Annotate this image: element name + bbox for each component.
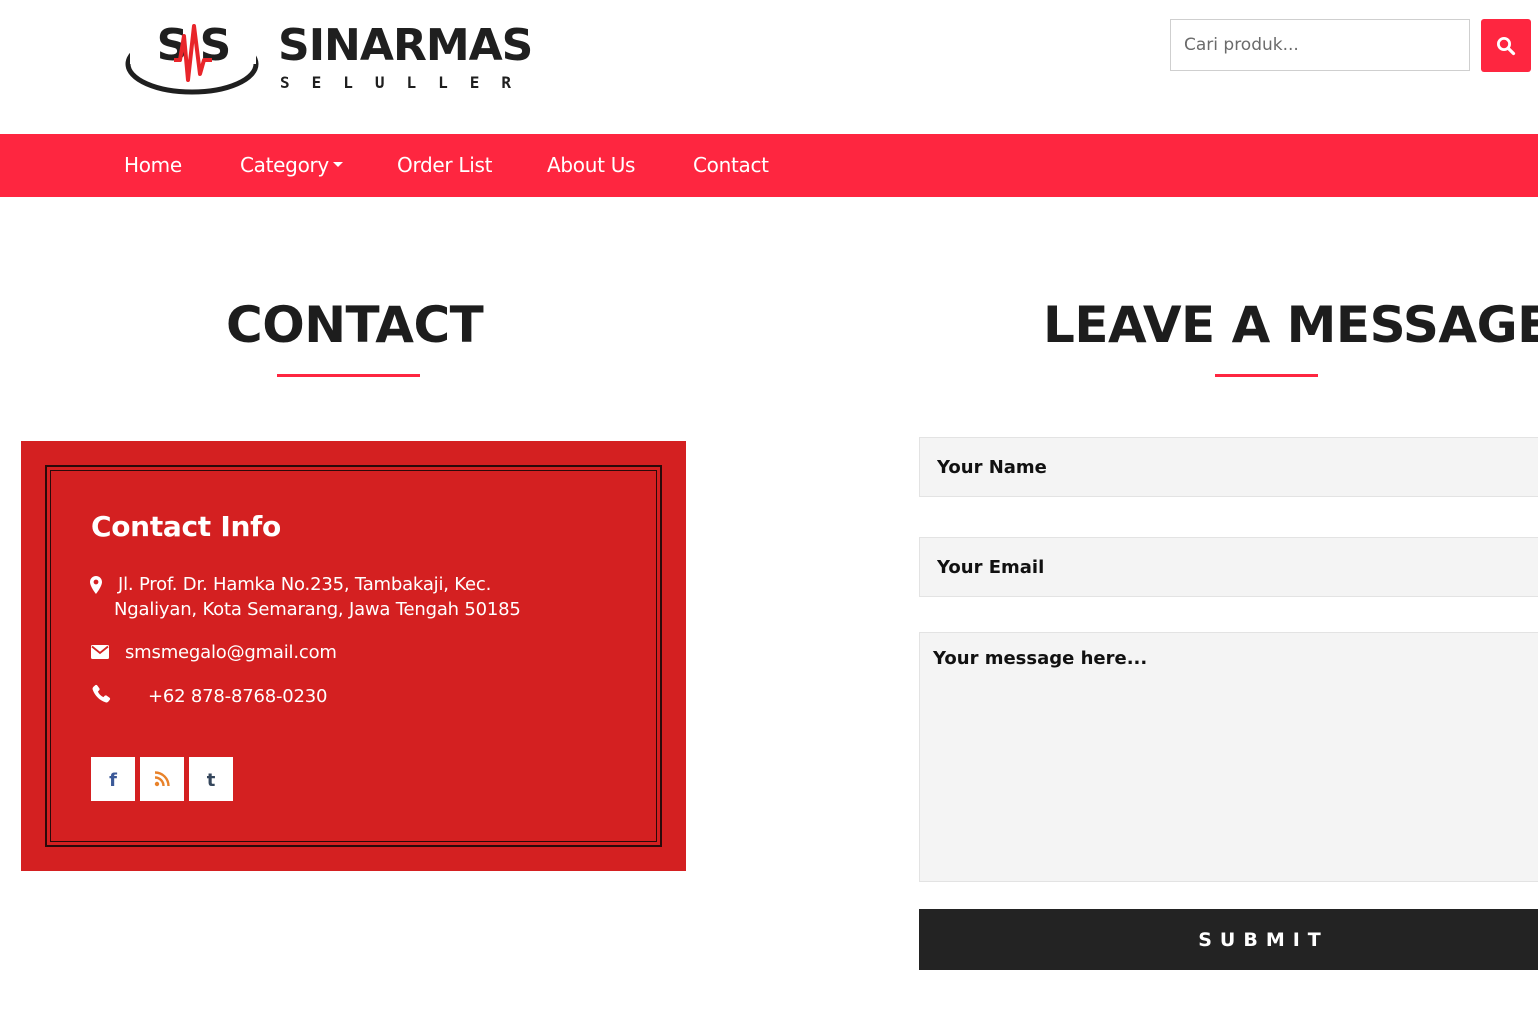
contact-info-card: Contact Info Jl. Prof. Dr. Hamka No.235,…	[21, 441, 686, 871]
facebook-icon: f	[109, 770, 117, 789]
svg-text:f: f	[109, 770, 117, 789]
message-field[interactable]	[919, 632, 1538, 882]
form-heading: LEAVE A MESSAGE	[1043, 296, 1538, 354]
nav-item-label: Category	[240, 153, 329, 177]
email-field[interactable]	[919, 537, 1538, 597]
facebook-button[interactable]: f	[91, 757, 135, 801]
nav-item-label: Home	[124, 153, 182, 177]
nav-item-category[interactable]: Category	[240, 134, 343, 197]
site-logo[interactable]: S S SINARMAS SELULLER	[122, 16, 572, 100]
search-icon	[1497, 36, 1516, 55]
main-nav: Home Category Order List About Us Contac…	[0, 134, 1538, 197]
form-heading-underline	[1215, 374, 1318, 377]
nav-item-home[interactable]: Home	[124, 134, 182, 197]
email-link[interactable]: smsmegalo@gmail.com	[125, 640, 337, 665]
address-line-2: Ngaliyan, Kota Semarang, Jawa Tengah 501…	[114, 599, 521, 620]
caret-down-icon	[332, 162, 343, 167]
tumblr-icon: t	[207, 770, 216, 789]
submit-button[interactable]: SUBMIT	[919, 909, 1538, 970]
brand-tagline: SELULLER	[280, 73, 534, 92]
envelope-icon	[90, 644, 110, 660]
contact-info-title: Contact Info	[91, 510, 281, 543]
search-input[interactable]	[1170, 19, 1470, 71]
contact-heading-underline	[277, 374, 420, 377]
phone-icon	[90, 683, 112, 705]
tumblr-button[interactable]: t	[189, 757, 233, 801]
brand-name: SINARMAS	[278, 20, 533, 71]
svg-text:t: t	[207, 770, 216, 789]
nav-item-label: About Us	[547, 153, 636, 177]
name-field[interactable]	[919, 437, 1538, 497]
nav-item-about-us[interactable]: About Us	[547, 134, 635, 197]
nav-item-label: Contact	[693, 153, 769, 177]
address-line-1: Jl. Prof. Dr. Hamka No.235, Tambakaji, K…	[118, 574, 492, 595]
contact-heading: CONTACT	[226, 296, 484, 354]
nav-item-contact[interactable]: Contact	[693, 134, 769, 197]
rss-button[interactable]	[140, 757, 184, 801]
search-button[interactable]	[1481, 19, 1531, 72]
nav-item-order-list[interactable]: Order List	[397, 134, 492, 197]
logo-mark: S S	[125, 20, 259, 95]
nav-item-label: Order List	[397, 153, 493, 177]
map-marker-icon	[89, 575, 103, 595]
site-header: S S SINARMAS SELULLER	[0, 0, 1538, 134]
phone-number[interactable]: +62 878-8768-0230	[148, 684, 327, 709]
rss-icon	[154, 771, 170, 787]
